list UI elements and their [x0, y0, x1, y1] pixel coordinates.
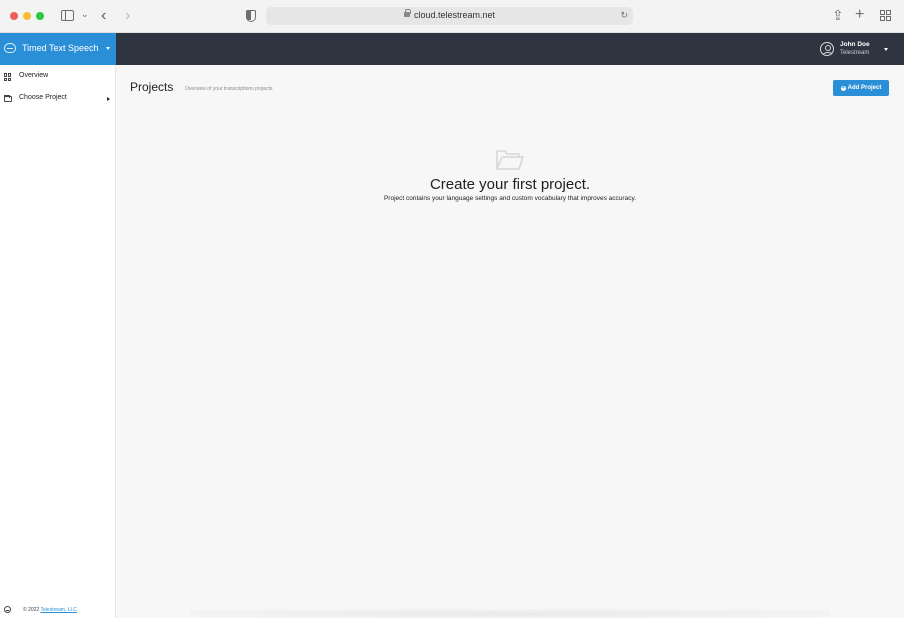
- speech-bubble-icon: [4, 43, 16, 53]
- folder-icon: [4, 95, 12, 102]
- sidebar-item-label: Overview: [19, 72, 49, 79]
- page-title: Projects: [130, 80, 174, 94]
- user-menu-caret-icon[interactable]: [884, 48, 888, 51]
- forward-arrow-icon[interactable]: ›: [125, 8, 130, 24]
- telestream-link[interactable]: Telestream, LLC: [41, 607, 77, 613]
- reload-icon[interactable]: ↻: [620, 10, 628, 21]
- sidebar-item-label: Choose Project: [19, 94, 67, 101]
- browser-toolbar: ⌄ ‹ › cloud.telestream.net ↻ ⇪ +: [0, 0, 904, 33]
- logout-icon[interactable]: [4, 606, 11, 613]
- user-avatar-icon[interactable]: [820, 42, 834, 56]
- close-window-button[interactable]: [10, 12, 18, 20]
- copyright-text: © 2022: [23, 607, 40, 613]
- new-tab-icon[interactable]: +: [855, 7, 864, 23]
- grid-icon: [4, 73, 12, 81]
- url-text: cloud.telestream.net: [414, 10, 496, 20]
- tab-overview-icon[interactable]: [880, 10, 891, 21]
- caret-down-icon: [106, 47, 110, 50]
- empty-state-title: Create your first project.: [0, 176, 904, 193]
- bottom-shadow: [190, 609, 830, 618]
- user-name[interactable]: John Doe: [840, 41, 870, 48]
- sidebar: Overview Choose Project © 2022 Telestrea…: [0, 65, 116, 618]
- product-switcher[interactable]: Timed Text Speech: [0, 33, 116, 65]
- back-arrow-icon[interactable]: ‹: [101, 8, 106, 24]
- caret-right-icon: [107, 97, 110, 101]
- page-subtitle: Overview of your transcriptions projects: [185, 86, 273, 92]
- minimize-window-button[interactable]: [23, 12, 31, 20]
- zoom-window-button[interactable]: [36, 12, 44, 20]
- empty-state-title-text: Create your first project.: [429, 176, 591, 193]
- empty-state-description: Project contains your language settings …: [383, 195, 637, 202]
- address-bar[interactable]: cloud.telestream.net ↻: [266, 7, 633, 25]
- lock-icon: [404, 9, 411, 17]
- add-project-button[interactable]: + Add Project: [833, 80, 889, 96]
- sidebar-item-overview[interactable]: Overview: [0, 68, 116, 86]
- plus-circle-icon: +: [840, 84, 846, 91]
- add-project-label: Add Project: [847, 85, 882, 91]
- sidebar-toggle-icon[interactable]: [61, 10, 74, 21]
- folder-icon: [496, 150, 524, 170]
- app-header: Timed Text Speech John Doe Telestream: [0, 33, 904, 65]
- privacy-shield-icon[interactable]: [246, 10, 256, 22]
- user-organization: Telestream: [840, 50, 870, 56]
- footer-copyright: © 2022 Telestream, LLC: [23, 607, 77, 613]
- product-title: Timed Text Speech: [22, 43, 99, 53]
- chevron-down-icon[interactable]: ⌄: [81, 10, 89, 19]
- sidebar-item-choose-project[interactable]: Choose Project: [0, 90, 116, 108]
- share-icon[interactable]: ⇪: [832, 8, 844, 22]
